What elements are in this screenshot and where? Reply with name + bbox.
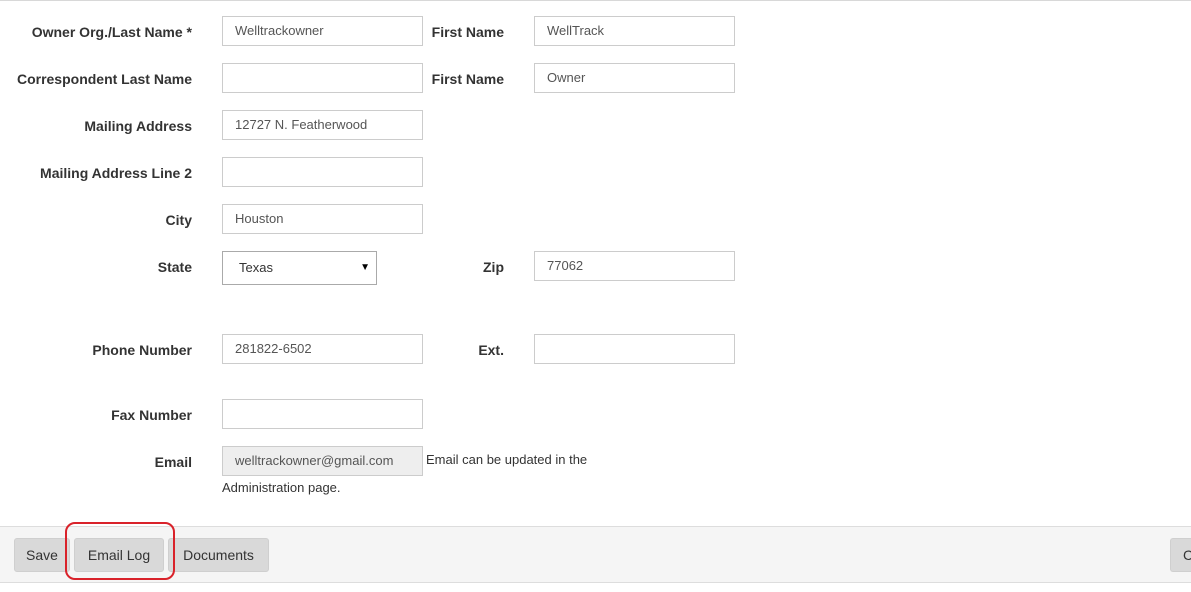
- owner-first-name-label: First Name: [431, 24, 504, 40]
- email-input: welltrackowner@gmail.com: [222, 446, 423, 476]
- phone-number-input[interactable]: 281822-6502: [222, 334, 423, 364]
- mailing-address-input[interactable]: 12727 N. Featherwood: [222, 110, 423, 140]
- state-label: State: [157, 259, 192, 275]
- mailing-address-label: Mailing Address: [84, 118, 192, 134]
- correspondent-first-name-label: First Name: [431, 71, 504, 87]
- footer-toolbar: Save Email Log Documents C: [0, 526, 1191, 583]
- fax-number-input[interactable]: [222, 399, 423, 429]
- right-partial-button[interactable]: C: [1170, 538, 1191, 572]
- top-divider: [0, 0, 1191, 1]
- ext-input[interactable]: [534, 334, 735, 364]
- owner-last-name-input[interactable]: Welltrackowner: [222, 16, 423, 46]
- email-note-line2: Administration page.: [222, 480, 341, 495]
- correspondent-last-name-label: Correspondent Last Name: [16, 71, 192, 87]
- mailing-address-line2-label: Mailing Address Line 2: [40, 165, 192, 181]
- city-label: City: [165, 212, 192, 228]
- documents-button[interactable]: Documents: [168, 538, 269, 572]
- owner-first-name-input[interactable]: WellTrack: [534, 16, 735, 46]
- dropdown-arrow-icon: ▼: [360, 262, 370, 273]
- correspondent-first-name-input[interactable]: Owner: [534, 63, 735, 93]
- mailing-address-line2-input[interactable]: [222, 157, 423, 187]
- zip-label: Zip: [483, 259, 504, 275]
- save-button[interactable]: Save: [14, 538, 70, 572]
- correspondent-last-name-input[interactable]: [222, 63, 423, 93]
- city-input[interactable]: Houston: [222, 204, 423, 234]
- email-log-button[interactable]: Email Log: [74, 538, 164, 572]
- email-note-line1: Email can be updated in the: [426, 452, 588, 467]
- email-label: Email: [154, 454, 192, 470]
- zip-input[interactable]: 77062: [534, 251, 735, 281]
- phone-number-label: Phone Number: [92, 342, 192, 358]
- ext-label: Ext.: [478, 342, 504, 358]
- fax-number-label: Fax Number: [111, 407, 192, 423]
- state-select[interactable]: Texas ▼: [222, 251, 377, 285]
- state-select-value: Texas: [239, 260, 273, 275]
- owner-last-name-label: Owner Org./Last Name *: [31, 24, 192, 40]
